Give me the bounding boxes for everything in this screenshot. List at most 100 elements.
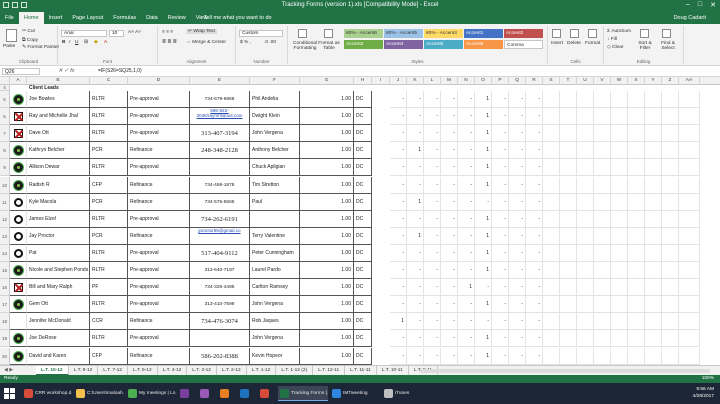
tracking-cell[interactable]: - [458, 313, 475, 331]
tracking-cell[interactable]: - [492, 262, 509, 280]
delete-cells-icon[interactable] [570, 29, 579, 38]
style-cell-60-accent4[interactable]: 60% - Accent4 [424, 29, 463, 38]
agent-cell[interactable]: Carlton Ramsey [250, 279, 300, 297]
tracking-cell[interactable]: - [424, 176, 441, 194]
tracking-cell[interactable] [645, 159, 662, 177]
row-number[interactable]: 18 [0, 313, 10, 331]
tracking-cell[interactable]: - [509, 313, 526, 331]
tracking-cell[interactable] [679, 108, 700, 126]
column-header-k[interactable]: K [407, 77, 424, 85]
tracking-cell[interactable]: - [441, 279, 458, 297]
column-header-h[interactable]: H [354, 77, 372, 85]
tracking-cell[interactable]: 1 [475, 244, 492, 262]
tracking-cell[interactable]: - [475, 313, 492, 331]
count-cell[interactable]: 1.00 [300, 193, 354, 211]
tracking-cell[interactable]: - [509, 330, 526, 348]
tracking-cell[interactable] [560, 279, 577, 297]
tracking-cell[interactable]: - [492, 193, 509, 211]
tracking-cell[interactable]: - [492, 176, 509, 194]
tracking-cell[interactable]: - [509, 210, 526, 228]
tracking-cell[interactable] [628, 313, 645, 331]
align-top-icon[interactable]: ≡ ≡ ≡ [162, 30, 173, 35]
tracking-cell[interactable] [611, 210, 628, 228]
tracking-cell[interactable] [577, 91, 594, 109]
tracking-cell[interactable]: - [424, 108, 441, 126]
decimal-icon[interactable]: .0 .00 [264, 40, 276, 45]
tracking-cell[interactable]: - [441, 296, 458, 314]
tracking-cell[interactable]: - [526, 227, 543, 245]
tracking-cell[interactable] [611, 125, 628, 143]
tracking-cell[interactable] [679, 159, 700, 177]
phone-cell[interactable] [190, 159, 250, 177]
horizontal-scrollbar[interactable] [420, 369, 710, 373]
tracking-cell[interactable]: - [390, 227, 407, 245]
tracking-cell[interactable]: 1 [458, 279, 475, 297]
tracking-cell[interactable]: - [458, 210, 475, 228]
column-header-t[interactable]: T [560, 77, 577, 85]
loan-status-cell[interactable]: Pre-approval [128, 159, 190, 177]
style-cell-60-accent5[interactable]: 60% - Accent5 [384, 29, 423, 38]
tracking-cell[interactable] [662, 193, 679, 211]
count-cell[interactable]: 1.00 [300, 227, 354, 245]
tracking-cell[interactable] [611, 262, 628, 280]
column-header-aa[interactable]: AA [679, 77, 700, 85]
system-clock[interactable]: 9:56 AM 4/28/2017 [693, 386, 714, 400]
referral-type-cell[interactable]: RLTR [90, 262, 128, 280]
tracking-cell[interactable] [645, 244, 662, 262]
code-cell[interactable]: DC [354, 210, 372, 228]
tracking-cell[interactable]: - [424, 91, 441, 109]
tracking-cell[interactable] [577, 227, 594, 245]
tracking-cell[interactable] [611, 159, 628, 177]
tab-review[interactable]: Review [163, 12, 191, 24]
code-cell[interactable]: DC [354, 108, 372, 126]
column-header-n[interactable]: N [458, 77, 475, 85]
tracking-cell[interactable]: - [390, 330, 407, 348]
windows-start-icon[interactable] [4, 388, 15, 399]
tracking-cell[interactable] [577, 210, 594, 228]
tracking-cell[interactable]: - [390, 244, 407, 262]
tracking-cell[interactable]: - [441, 347, 458, 365]
tracking-cell[interactable] [594, 108, 611, 126]
tell-me-box[interactable]: ◌ Tell me what you want to do [199, 15, 272, 21]
column-header-a[interactable]: A [10, 77, 27, 85]
tracking-cell[interactable] [594, 262, 611, 280]
tracking-cell[interactable] [577, 193, 594, 211]
row-number[interactable]: 10 [0, 176, 10, 194]
code-cell[interactable]: DC [354, 142, 372, 160]
tracking-cell[interactable] [543, 125, 560, 143]
find-select-button[interactable]: Find & Select [658, 41, 678, 51]
tracking-cell[interactable] [628, 227, 645, 245]
sort-filter-button[interactable]: Sort & Filter [636, 41, 654, 51]
row-number[interactable]: 19 [0, 330, 10, 348]
tracking-cell[interactable]: - [458, 347, 475, 365]
tracking-cell[interactable]: - [441, 330, 458, 348]
client-name-cell[interactable]: Jay Proctor [27, 227, 90, 245]
tracking-cell[interactable]: 1 [407, 193, 424, 211]
client-name-cell[interactable]: Nicole and Stephen Ponds [27, 262, 90, 280]
tracking-cell[interactable] [611, 193, 628, 211]
loan-status-cell[interactable]: Refinance [128, 227, 190, 245]
tracking-cell[interactable]: - [492, 244, 509, 262]
tracking-cell[interactable] [543, 193, 560, 211]
insert-cells-icon[interactable] [552, 29, 561, 38]
column-header-g[interactable]: G [300, 77, 354, 85]
tracking-cell[interactable] [577, 142, 594, 160]
tab-home[interactable]: Home [18, 12, 44, 24]
tracking-cell[interactable]: - [424, 125, 441, 143]
tracking-cell[interactable] [594, 347, 611, 365]
tracking-cell[interactable] [679, 244, 700, 262]
row-number[interactable]: 7 [0, 125, 10, 143]
row-number[interactable]: 17 [0, 296, 10, 314]
count-cell[interactable]: 1.00 [300, 91, 354, 109]
referral-type-cell[interactable]: RLTR [90, 91, 128, 109]
client-name-cell[interactable]: Joe Bowles [27, 91, 90, 109]
tracking-cell[interactable]: - [509, 125, 526, 143]
borders-icon[interactable]: ⊞ [84, 40, 88, 45]
loan-status-cell[interactable]: Refinance [128, 193, 190, 211]
tracking-cell[interactable] [645, 193, 662, 211]
merge-center-button[interactable]: ⇔ Merge & Center [186, 40, 226, 45]
client-name-cell[interactable]: Ray and Michelle Jhal [27, 108, 90, 126]
tracking-cell[interactable] [543, 244, 560, 262]
column-header-y[interactable]: Y [645, 77, 662, 85]
tracking-cell[interactable]: - [492, 330, 509, 348]
